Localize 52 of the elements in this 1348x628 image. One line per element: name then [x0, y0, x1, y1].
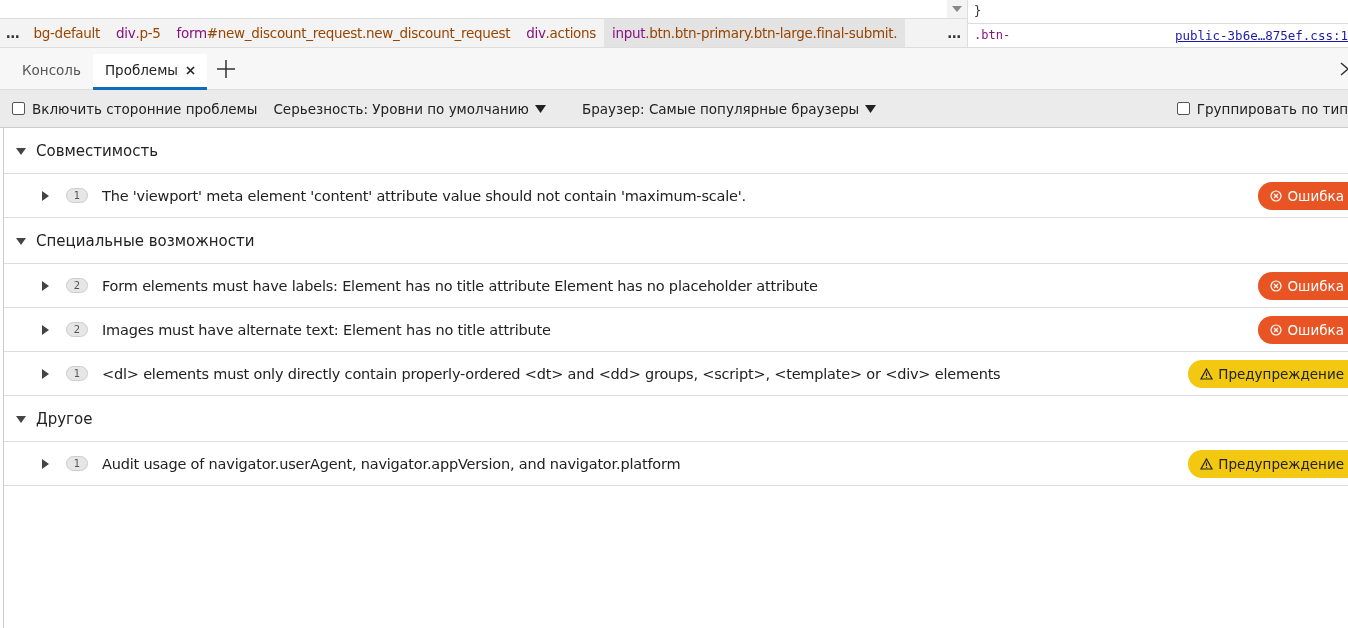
source-link[interactable]: public-3b6e…875ef.css:1 [1174, 27, 1348, 43]
severity-badge: Ошибка [1258, 271, 1348, 300]
count-badge: 2 [66, 322, 88, 337]
section-header[interactable]: Другое [4, 396, 1348, 442]
expand-arrow-icon[interactable] [16, 145, 26, 156]
caret-icon [952, 6, 962, 12]
severity-badge: Предупреждение [1188, 449, 1348, 478]
checkbox[interactable] [1176, 102, 1190, 115]
scroll-down-button[interactable] [947, 0, 967, 18]
breadcrumb-item[interactable]: bg-default [25, 19, 108, 47]
expand-arrow-icon[interactable] [16, 413, 26, 424]
checkbox[interactable] [12, 102, 25, 115]
expand-arrow-icon[interactable] [40, 324, 50, 335]
expand-arrow-icon[interactable] [40, 458, 50, 469]
expand-arrow-icon[interactable] [40, 280, 50, 291]
section-title: Другое [36, 409, 93, 428]
count-badge: 1 [66, 366, 88, 381]
issue-text[interactable]: <dl> elements must only directly contain properly-ordered <dt> and <dd> groups, <script>, <template> or <div> elements [102, 365, 1001, 382]
panel-tab[interactable]: Консоль [10, 53, 93, 90]
section-header[interactable]: Совместимость [4, 128, 1348, 174]
severity-dropdown[interactable]: Серьезность: Уровни по умолчанию [273, 100, 546, 117]
browser-dropdown[interactable]: Браузер: Самые популярные браузеры [581, 100, 877, 117]
issue-text[interactable]: Images must have alternate text: Element has no title attribute [102, 321, 551, 338]
caret-icon [865, 104, 877, 113]
breadcrumb-item[interactable]: input.btn.btn-primary.btn-large.final-submit. [604, 19, 906, 47]
css-selector: .btn- [974, 28, 1011, 43]
more-crumbs-button[interactable]: … [0, 25, 26, 41]
caret-icon [534, 104, 546, 113]
severity-badge: Ошибка [1258, 181, 1348, 210]
section-header[interactable]: Специальные возможности [4, 218, 1348, 264]
expand-arrow-icon[interactable] [16, 235, 26, 246]
breadcrumb-item[interactable]: div.actions [518, 19, 605, 47]
breadcrumb-item[interactable]: form#new_discount_request.new_discount_request [168, 19, 519, 47]
severity-badge: Предупреждение [1188, 359, 1348, 388]
more-crumbs-button[interactable]: … [941, 25, 967, 41]
checkbox-label: Включить сторонние проблемы [32, 100, 258, 117]
issue-text[interactable]: Form elements must have labels: Element has no title attribute Element has no placeholder attribute [102, 277, 818, 294]
breadcrumb-item[interactable]: div.p-5 [108, 19, 169, 47]
count-badge: 2 [66, 278, 88, 293]
expand-arrow-icon[interactable] [40, 190, 50, 201]
issue-text[interactable]: Audit usage of navigator.userAgent, navigator.appVersion, and navigator.platform [102, 455, 681, 472]
section-title: Специальные возможности [36, 231, 255, 250]
section-title: Совместимость [36, 141, 159, 160]
severity-badge: Ошибка [1258, 315, 1348, 344]
checkbox-label: Группировать по тип [1196, 100, 1348, 117]
expand-arrow-icon[interactable] [40, 368, 50, 379]
issue-text[interactable]: The 'viewport' meta element 'content' attribute value should not contain 'maximum-scale'. [102, 187, 746, 204]
panel-tab[interactable]: Проблемы [92, 53, 208, 90]
count-badge: 1 [66, 456, 88, 471]
code-brace: } [974, 4, 982, 19]
add-tab-icon[interactable] [217, 59, 236, 78]
count-badge: 1 [66, 188, 88, 203]
